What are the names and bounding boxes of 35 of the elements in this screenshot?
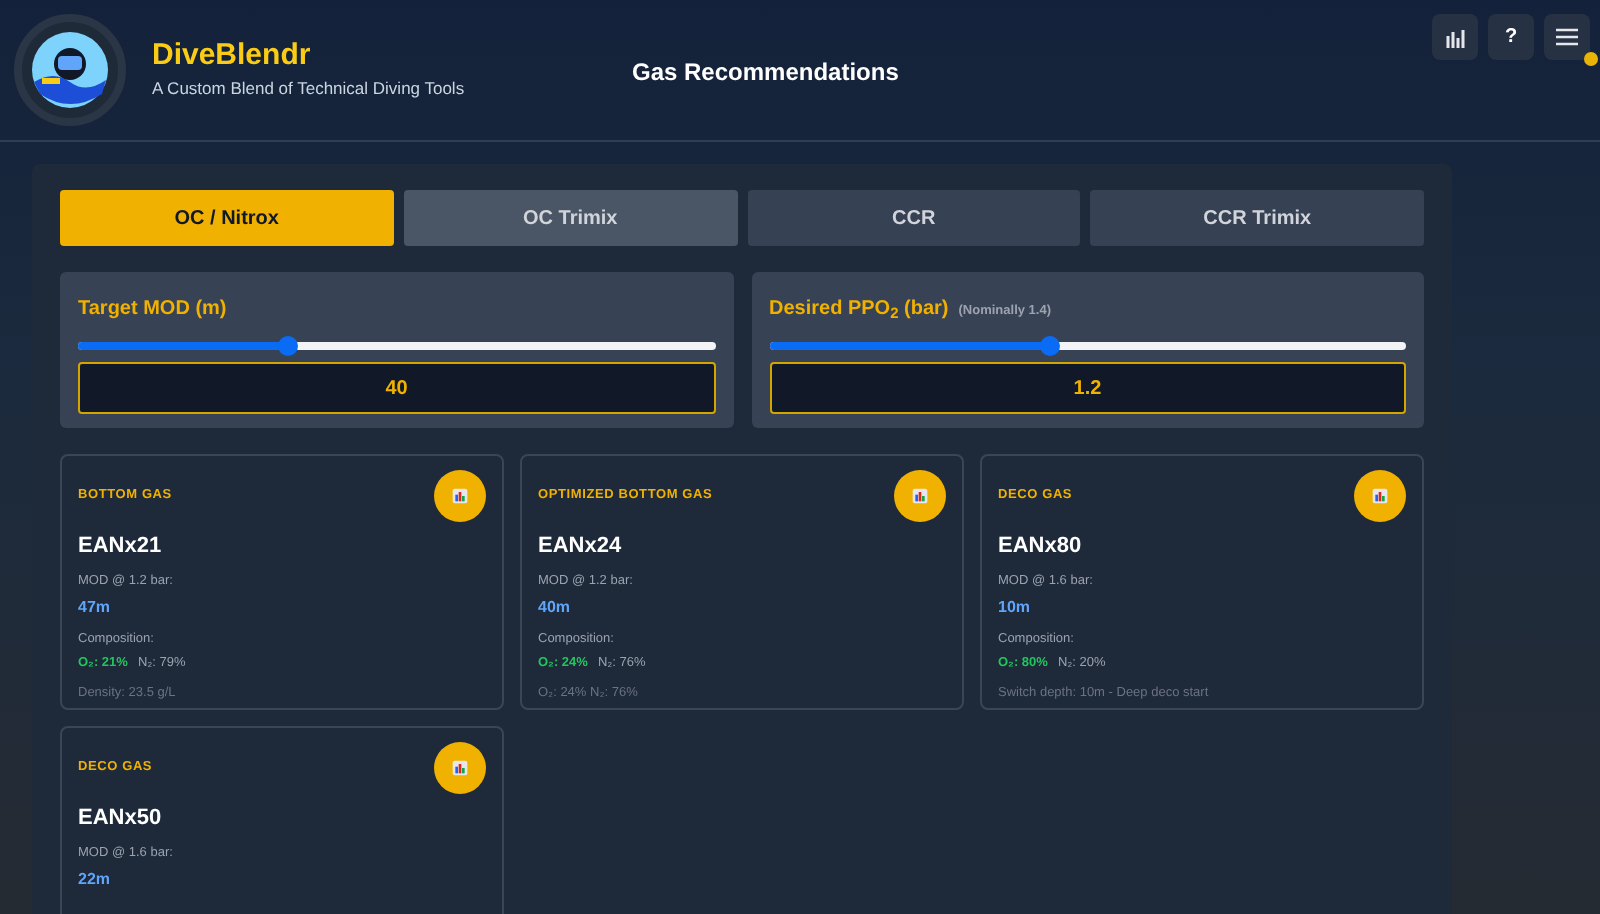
bar-chart-icon <box>1372 488 1388 504</box>
gas-name: EANx80 <box>998 532 1084 562</box>
chart-button[interactable] <box>894 470 946 522</box>
slider-track[interactable] <box>769 342 1406 350</box>
bar-chart-icon <box>1445 27 1465 47</box>
mode-tab[interactable]: OC Trimix <box>403 190 737 246</box>
mod-value: 40m <box>538 596 573 621</box>
help-button[interactable]: ? <box>1488 14 1534 60</box>
bar-chart-icon <box>452 488 468 504</box>
input-label: Target MOD (m) <box>78 296 227 324</box>
stats-button[interactable] <box>1432 14 1478 60</box>
slider-thumb[interactable] <box>1039 336 1060 356</box>
page-title: Gas Recommendations <box>632 56 899 90</box>
mod-value: 10m <box>998 596 1033 621</box>
mode-tab[interactable]: CCR <box>747 190 1081 246</box>
bar-chart-icon <box>452 760 468 776</box>
chart-button[interactable] <box>434 470 486 522</box>
mode-tab[interactable]: OC / Nitrox <box>60 190 394 246</box>
mod-value: 22m <box>78 868 113 893</box>
menu-icon <box>1556 28 1578 46</box>
slider-track[interactable] <box>78 342 715 350</box>
gas-name: EANx50 <box>78 804 164 834</box>
app-tagline: A Custom Blend of Technical Diving Tools <box>152 76 465 102</box>
bar-chart-icon <box>912 488 928 504</box>
chart-button[interactable] <box>1354 470 1406 522</box>
gas-name: EANx24 <box>538 532 624 562</box>
app-name: DiveBlendr <box>152 38 313 74</box>
value-field[interactable]: 1.2 <box>769 362 1406 414</box>
chart-button[interactable] <box>434 742 486 794</box>
slider-thumb[interactable] <box>278 336 299 356</box>
input-label: Desired PPO$_{2}$ (bar) <box>769 296 949 324</box>
mod-value: 47m <box>78 596 113 621</box>
gas-name: EANx21 <box>78 532 164 562</box>
value-field[interactable]: 40 <box>78 362 715 414</box>
mode-tab[interactable]: CCR Trimix <box>1090 190 1424 246</box>
